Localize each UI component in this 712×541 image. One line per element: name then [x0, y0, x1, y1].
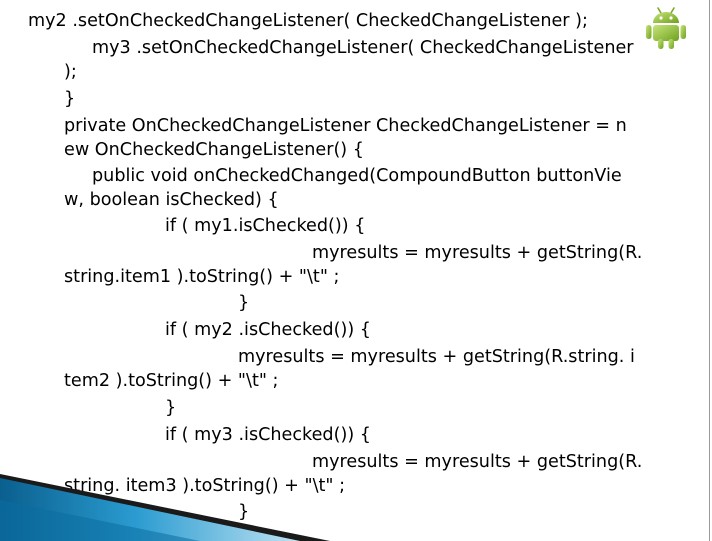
code-line-13: if ( my2 .isChecked()) { [165, 320, 371, 340]
android-robot-icon [646, 7, 686, 49]
code-line-18: myresults = myresults + getString(R. [312, 452, 643, 472]
code-line-7: public void onCheckedChanged(CompoundBut… [92, 166, 622, 186]
code-line-12: } [238, 293, 250, 313]
code-line-14: myresults = myresults + getString(R.stri… [238, 347, 635, 367]
code-line-4: } [64, 89, 76, 109]
code-line-11: string.item1 ).toString() + "\t" ; [64, 267, 340, 287]
slide-right-border [709, 0, 710, 541]
code-line-9: if ( my1.isChecked()) { [165, 216, 366, 236]
code-line-3: ); [64, 62, 77, 82]
code-line-5: private OnCheckedChangeListener CheckedC… [64, 116, 627, 136]
code-line-16: } [165, 398, 177, 418]
code-line-10: myresults = myresults + getString(R. [312, 243, 643, 263]
code-line-8: w, boolean isChecked) { [64, 190, 279, 210]
decorative-wedge [0, 474, 330, 541]
code-line-15: tem2 ).toString() + "\t" ; [64, 371, 279, 391]
code-line-1: my2 .setOnCheckedChangeListener( Checked… [28, 11, 588, 31]
slide: my2 .setOnCheckedChangeListener( Checked… [0, 0, 712, 541]
code-line-6: ew OnCheckedChangeListener() { [64, 140, 364, 160]
code-line-17: if ( my3 .isChecked()) { [165, 425, 371, 445]
code-line-2: my3 .setOnCheckedChangeListener( Checked… [92, 38, 634, 58]
